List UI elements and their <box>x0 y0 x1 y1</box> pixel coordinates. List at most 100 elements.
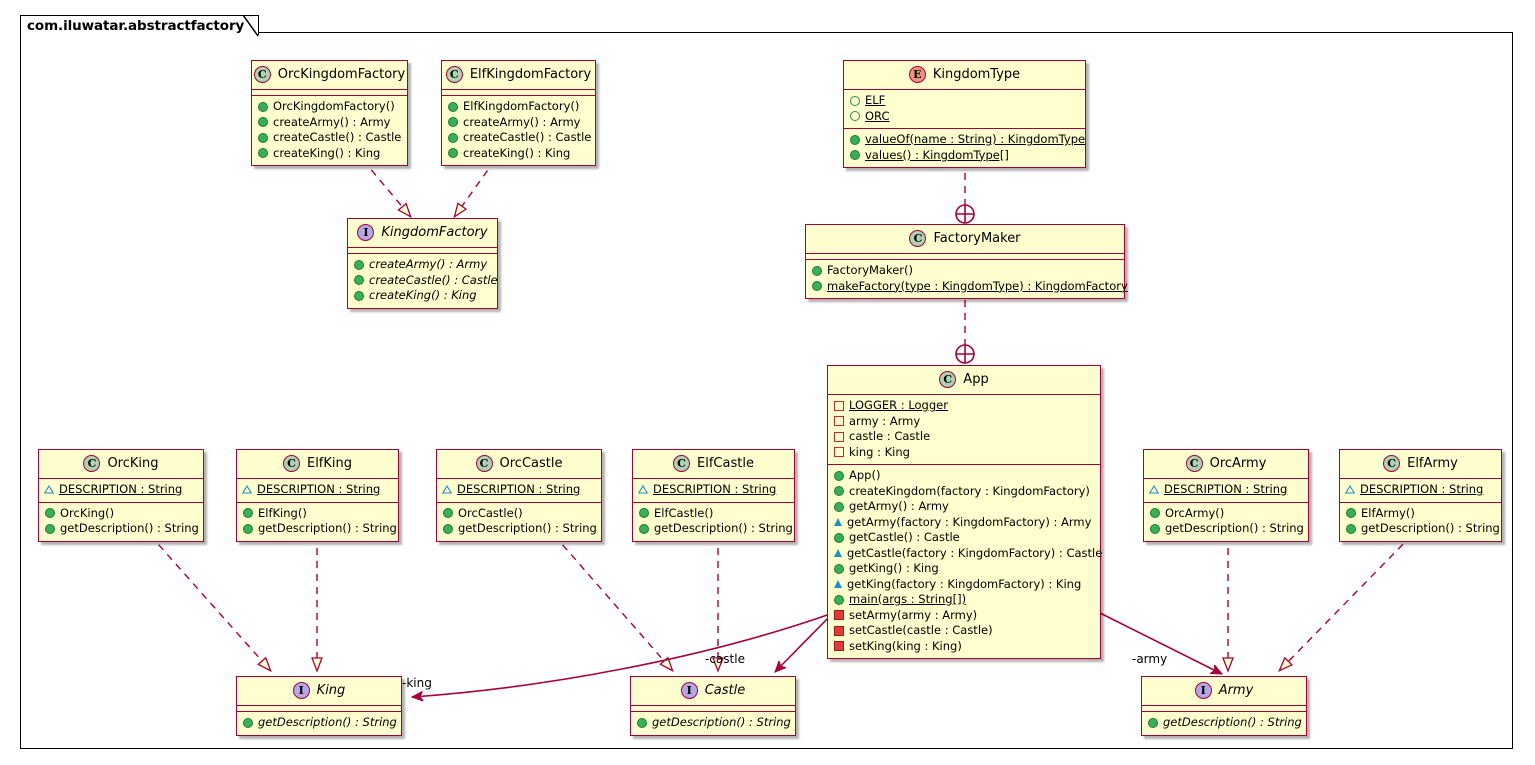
interface-box-kingdomfactory[interactable]: I KingdomFactory createArmy() : Army cre… <box>347 218 498 309</box>
enum-icon: E <box>908 66 926 83</box>
class-header: C OrcArmy <box>1144 450 1308 479</box>
field-label: DESCRIPTION : String <box>59 482 183 496</box>
enum-constant-marker-icon <box>850 95 860 106</box>
class-box-app[interactable]: C App LOGGER : Logger army : Army castle… <box>827 365 1102 659</box>
method-label: OrcCastle() <box>458 505 523 520</box>
package-private-marker-icon <box>1345 485 1355 494</box>
class-title: ElfCastle <box>697 455 754 471</box>
class-header: C OrcKing <box>39 450 203 479</box>
fields-compartment: DESCRIPTION : String <box>39 479 203 503</box>
public-marker-icon <box>1148 717 1158 728</box>
method-row: OrcKing() <box>44 506 197 522</box>
method-label: getCastle() : Castle <box>849 530 960 544</box>
class-icon: C <box>673 455 691 472</box>
public-marker-icon <box>834 563 844 574</box>
method-label: ElfArmy() <box>1361 505 1415 520</box>
field-label: king : King <box>849 444 910 459</box>
class-header: C ElfCastle <box>633 450 794 479</box>
class-box-orcking[interactable]: C OrcKing DESCRIPTION : String OrcKing()… <box>38 449 204 542</box>
method-row: getDescription() : String <box>638 521 793 537</box>
method-label: setCastle(castle : Castle) <box>849 623 993 637</box>
interface-icon: I <box>1194 682 1212 699</box>
class-title: OrcArmy <box>1209 455 1267 471</box>
class-title: OrcKing <box>107 455 159 471</box>
protected-marker-icon <box>834 580 842 589</box>
public-marker-icon <box>258 101 268 112</box>
methods-compartment: OrcKing() getDescription() : String <box>39 503 203 541</box>
class-box-orcarmy[interactable]: C OrcArmy DESCRIPTION : String OrcArmy()… <box>1143 449 1309 542</box>
methods-compartment: App() createKingdom(factory : KingdomFac… <box>828 465 1102 658</box>
field-row: DESCRIPTION : String <box>1149 482 1302 498</box>
public-marker-icon <box>850 150 860 161</box>
interface-title: KingdomFactory <box>381 224 488 240</box>
method-label: getDescription() : String <box>1361 521 1500 535</box>
public-marker-icon <box>834 470 844 481</box>
interface-box-castle[interactable]: I Castle getDescription() : String <box>630 676 796 736</box>
method-row: ElfKing() <box>242 506 392 522</box>
class-box-elfcastle[interactable]: C ElfCastle DESCRIPTION : String ElfCast… <box>632 449 795 542</box>
method-label: ElfKing() <box>258 505 307 520</box>
method-row: FactoryMaker() <box>811 263 1118 279</box>
method-row: createKingdom(factory : KingdomFactory) <box>833 484 1094 500</box>
method-label: getDescription() : String <box>458 521 597 535</box>
public-marker-icon <box>354 275 364 286</box>
public-marker-icon <box>1346 523 1356 534</box>
field-row: DESCRIPTION : String <box>638 482 788 498</box>
methods-compartment: getDescription() : String <box>237 712 401 735</box>
method-row: createCastle() : Castle <box>257 130 401 146</box>
public-marker-icon <box>354 259 364 270</box>
method-row: getCastle() : Castle <box>833 530 1094 546</box>
method-label: createCastle() : Castle <box>273 130 402 144</box>
methods-compartment: FactoryMaker() makeFactory(type : Kingdo… <box>806 260 1128 298</box>
public-marker-icon <box>354 290 364 301</box>
method-row: createArmy() : Army <box>353 257 491 273</box>
method-label: App() <box>849 468 881 482</box>
field-row: DESCRIPTION : String <box>242 482 392 498</box>
package-private-marker-icon <box>638 485 648 494</box>
field-label: castle : Castle <box>849 429 931 443</box>
public-marker-icon <box>812 281 822 292</box>
public-marker-icon <box>1150 508 1160 519</box>
method-label: getDescription() : String <box>258 521 397 535</box>
class-icon: C <box>939 371 957 388</box>
class-diagram-canvas: com.iluwatar.abstractfactory -king -cast… <box>0 0 1535 765</box>
association-label-king: -king <box>402 676 432 690</box>
class-box-orccastle[interactable]: C OrcCastle DESCRIPTION : String OrcCast… <box>436 449 602 542</box>
method-label: OrcKingdomFactory() <box>273 99 395 113</box>
class-header: C App <box>828 366 1100 395</box>
methods-compartment: createArmy() : Army createCastle() : Cas… <box>348 254 498 308</box>
public-marker-icon <box>443 523 453 534</box>
method-label: getKing(factory : KingdomFactory) : King <box>847 576 1082 591</box>
method-label: getDescription() : String <box>60 521 199 535</box>
method-row: OrcArmy() <box>1149 506 1302 522</box>
class-box-orckingdomfactory[interactable]: C OrcKingdomFactory OrcKingdomFactory() … <box>251 60 408 166</box>
method-row: getDescription() : String <box>442 521 597 537</box>
method-row: getDescription() : String <box>44 521 199 537</box>
method-label: makeFactory(type : KingdomType) : Kingdo… <box>827 278 1128 293</box>
method-row: setCastle(castle : Castle) <box>833 623 1094 639</box>
class-icon: C <box>83 455 101 472</box>
private-marker-icon <box>834 447 844 458</box>
class-box-elfarmy[interactable]: C ElfArmy DESCRIPTION : String ElfArmy()… <box>1339 449 1502 542</box>
class-box-elfkingdomfactory[interactable]: C ElfKingdomFactory ElfKingdomFactory() … <box>441 60 596 166</box>
enum-box-kingdomtype[interactable]: E KingdomType ELF ORC valueOf(name : Str… <box>843 60 1086 168</box>
class-box-factorymaker[interactable]: C FactoryMaker FactoryMaker() makeFactor… <box>805 224 1128 299</box>
method-row: getDescription() : String <box>242 521 397 537</box>
package-name-label: com.iluwatar.abstractfactory <box>27 17 245 34</box>
private-marker-icon <box>834 610 844 621</box>
method-row: valueOf(name : String) : KingdomType <box>849 132 1085 148</box>
interface-box-army[interactable]: I Army getDescription() : String <box>1141 676 1307 736</box>
interface-box-king[interactable]: I King getDescription() : String <box>236 676 402 736</box>
private-marker-icon <box>834 416 844 427</box>
enum-header: E KingdomType <box>844 61 1085 90</box>
method-label: getDescription() : String <box>654 521 793 535</box>
field-label: army : Army <box>849 413 921 428</box>
method-label: createKingdom(factory : KingdomFactory) <box>849 483 1090 498</box>
public-marker-icon <box>834 501 844 512</box>
class-title: OrcCastle <box>499 455 563 471</box>
enum-value-label: ORC <box>865 108 890 123</box>
method-row: ElfCastle() <box>638 506 788 522</box>
field-label: DESCRIPTION : String <box>1360 482 1484 496</box>
class-box-elfking[interactable]: C ElfKing DESCRIPTION : String ElfKing()… <box>236 449 399 542</box>
public-marker-icon <box>448 117 458 128</box>
